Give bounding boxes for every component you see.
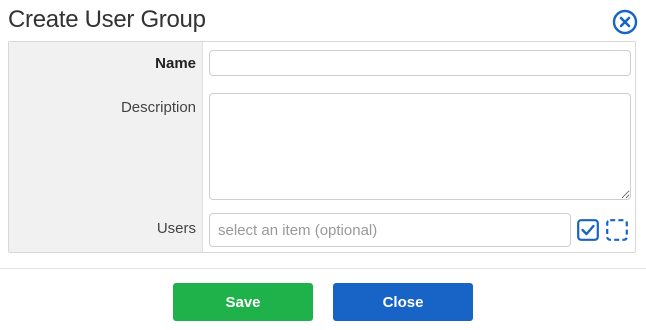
label-column: Name Description Users bbox=[9, 42, 203, 252]
checkbox-checked-icon[interactable] bbox=[577, 219, 599, 241]
create-user-group-dialog: Create User Group Name Description Users bbox=[0, 0, 646, 330]
dialog-title: Create User Group bbox=[8, 6, 206, 33]
checkbox-dashed-icon[interactable] bbox=[606, 219, 628, 241]
users-label: Users bbox=[156, 220, 196, 237]
description-label: Description bbox=[120, 99, 196, 116]
form-panel: Name Description Users bbox=[8, 41, 636, 253]
close-circle-icon[interactable] bbox=[612, 9, 638, 35]
save-button[interactable]: Save bbox=[173, 283, 313, 321]
close-button[interactable]: Close bbox=[333, 283, 473, 321]
footer-divider bbox=[0, 268, 646, 269]
users-select-input[interactable] bbox=[209, 213, 571, 247]
name-input[interactable] bbox=[209, 50, 631, 76]
description-textarea[interactable] bbox=[209, 93, 631, 200]
name-label: Name bbox=[155, 55, 196, 72]
